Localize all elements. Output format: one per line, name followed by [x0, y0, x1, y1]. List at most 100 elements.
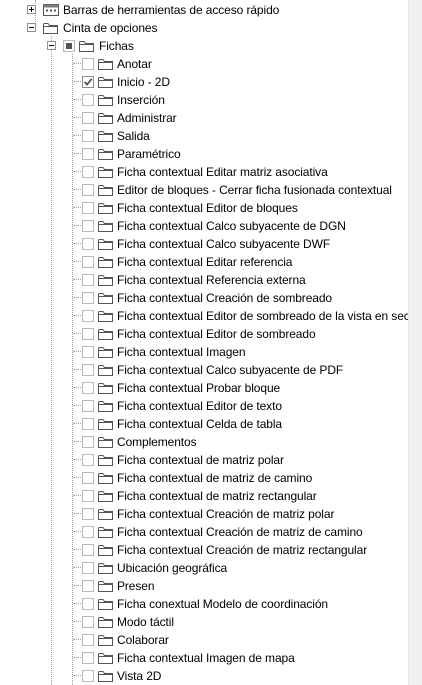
tab-visibility-checkbox[interactable]: [82, 508, 94, 520]
vertical-scrollbar[interactable]: [408, 0, 422, 685]
tab-item[interactable]: Vista 2D: [0, 667, 408, 685]
tree-branch-line: [73, 567, 81, 568]
ribbon-tab-icon: [97, 597, 115, 611]
tab-visibility-checkbox[interactable]: [82, 364, 94, 376]
tree-node-tabs[interactable]: Fichas: [0, 37, 408, 55]
tab-visibility-checkbox[interactable]: [82, 328, 94, 340]
tab-item[interactable]: Ficha contextual de matriz rectangular: [0, 487, 408, 505]
tab-item[interactable]: Inserción: [0, 91, 408, 109]
tab-visibility-checkbox[interactable]: [82, 274, 94, 286]
tree-branch-line: [73, 531, 81, 532]
tab-label: Vista 2D: [117, 669, 162, 683]
ribbon-tab-icon: [97, 579, 115, 593]
tab-item[interactable]: Complementos: [0, 433, 408, 451]
tab-item[interactable]: Ficha contextual Creación de sombreado: [0, 289, 408, 307]
tab-item[interactable]: Ficha conextual Modelo de coordinación: [0, 595, 408, 613]
ribbon-tab-icon: [97, 93, 115, 107]
tab-item[interactable]: Ficha contextual Editor de bloques: [0, 199, 408, 217]
tab-visibility-checkbox[interactable]: [82, 112, 94, 124]
tab-item[interactable]: Anotar: [0, 55, 408, 73]
tab-visibility-checkbox[interactable]: [82, 580, 94, 592]
tab-item[interactable]: Ficha contextual Calco subyacente de PDF: [0, 361, 408, 379]
tab-visibility-checkbox[interactable]: [82, 526, 94, 538]
tab-item[interactable]: Administrar: [0, 109, 408, 127]
tree-node-quick-access-toolbars[interactable]: Barras de herramientas de acceso rápido: [0, 1, 408, 19]
tab-item[interactable]: Editor de bloques - Cerrar ficha fusiona…: [0, 181, 408, 199]
tab-visibility-checkbox[interactable]: [82, 220, 94, 232]
tab-item[interactable]: Ficha contextual Creación de matriz de c…: [0, 523, 408, 541]
tab-label: Presen: [117, 579, 155, 593]
tab-visibility-checkbox[interactable]: [82, 400, 94, 412]
tab-item[interactable]: Ficha contextual Editar referencia: [0, 253, 408, 271]
tab-visibility-checkbox[interactable]: [82, 634, 94, 646]
tab-visibility-checkbox[interactable]: [82, 652, 94, 664]
tab-visibility-checkbox[interactable]: [82, 256, 94, 268]
tab-item[interactable]: Ficha contextual Editor de sombreado de …: [0, 307, 408, 325]
collapse-ribbon-button[interactable]: [27, 23, 36, 32]
tab-item[interactable]: Ficha contextual de matriz polar: [0, 451, 408, 469]
tab-item[interactable]: Ubicación geográfica: [0, 559, 408, 577]
tab-visibility-checkbox[interactable]: [82, 58, 94, 70]
expand-toolbars-button[interactable]: [27, 5, 36, 14]
tab-item[interactable]: Paramétrico: [0, 145, 408, 163]
tab-item[interactable]: Ficha contextual Imagen: [0, 343, 408, 361]
ribbon-tab-icon: [97, 147, 115, 161]
tab-item[interactable]: Inicio - 2D: [0, 73, 408, 91]
tab-item[interactable]: Ficha contextual Calco subyacente DWF: [0, 235, 408, 253]
tab-visibility-checkbox[interactable]: [82, 562, 94, 574]
tab-visibility-checkbox[interactable]: [82, 292, 94, 304]
tab-visibility-checkbox[interactable]: [82, 436, 94, 448]
tab-visibility-checkbox[interactable]: [82, 616, 94, 628]
ribbon-tab-icon: [97, 633, 115, 647]
ribbon-tab-icon: [97, 381, 115, 395]
tree-node-ribbon[interactable]: Cinta de opciones: [0, 19, 408, 37]
tab-visibility-checkbox[interactable]: [82, 94, 94, 106]
tab-item[interactable]: Ficha contextual Celda de tabla: [0, 415, 408, 433]
tabs-partial-checkbox[interactable]: [63, 40, 75, 52]
tab-item[interactable]: Ficha contextual Creación de matriz rect…: [0, 541, 408, 559]
tab-item[interactable]: Ficha contextual Probar bloque: [0, 379, 408, 397]
tab-item[interactable]: Ficha contextual Editor de texto: [0, 397, 408, 415]
tab-visibility-checkbox[interactable]: [82, 490, 94, 502]
tab-visibility-checkbox[interactable]: [82, 310, 94, 322]
tab-item[interactable]: Modo táctil: [0, 613, 408, 631]
tab-visibility-checkbox[interactable]: [82, 472, 94, 484]
tab-visibility-checkbox[interactable]: [82, 598, 94, 610]
tab-item[interactable]: Salida: [0, 127, 408, 145]
tab-item[interactable]: Ficha contextual Calco subyacente de DGN: [0, 217, 408, 235]
tree-branch-line: [73, 603, 81, 604]
tab-item[interactable]: Ficha contextual de matriz de camino: [0, 469, 408, 487]
tab-visibility-checkbox[interactable]: [82, 184, 94, 196]
tab-item[interactable]: Presen: [0, 577, 408, 595]
tab-item[interactable]: Colaborar: [0, 631, 408, 649]
tree-node-label: Fichas: [99, 39, 134, 53]
tab-visibility-checkbox[interactable]: [82, 670, 94, 682]
tab-label: Ficha contextual Probar bloque: [117, 381, 281, 395]
tab-visibility-checkbox[interactable]: [82, 130, 94, 142]
tab-label: Ficha contextual Celda de tabla: [117, 417, 283, 431]
tab-visibility-checkbox[interactable]: [82, 148, 94, 160]
tree-branch-line: [73, 243, 81, 244]
customization-tree[interactable]: Barras de herramientas de acceso rápido …: [0, 0, 408, 685]
collapse-tabs-button[interactable]: [47, 41, 56, 50]
tab-visibility-checkbox[interactable]: [82, 418, 94, 430]
tree-branch-line: [73, 387, 81, 388]
tab-visibility-checkbox[interactable]: [82, 382, 94, 394]
tab-visibility-checkbox[interactable]: [82, 166, 94, 178]
folder-icon: [78, 39, 96, 53]
tab-item[interactable]: Ficha contextual Editor de sombreado: [0, 325, 408, 343]
tab-visibility-checkbox[interactable]: [82, 544, 94, 556]
ribbon-tab-icon: [97, 651, 115, 665]
tree-branch-line: [73, 423, 81, 424]
tab-item[interactable]: Ficha contextual Editar matriz asociativ…: [0, 163, 408, 181]
tab-visibility-checkbox[interactable]: [82, 202, 94, 214]
tab-visibility-checkbox[interactable]: [82, 346, 94, 358]
tab-item[interactable]: Ficha contextual Referencia externa: [0, 271, 408, 289]
tab-item[interactable]: Ficha contextual Imagen de mapa: [0, 649, 408, 667]
tab-visibility-checkbox[interactable]: [82, 238, 94, 250]
tab-item[interactable]: Ficha contextual Creación de matriz pola…: [0, 505, 408, 523]
tree-branch-line: [73, 441, 81, 442]
tree-branch-line: [73, 621, 81, 622]
tab-visibility-checkbox[interactable]: [82, 76, 94, 88]
tab-visibility-checkbox[interactable]: [82, 454, 94, 466]
